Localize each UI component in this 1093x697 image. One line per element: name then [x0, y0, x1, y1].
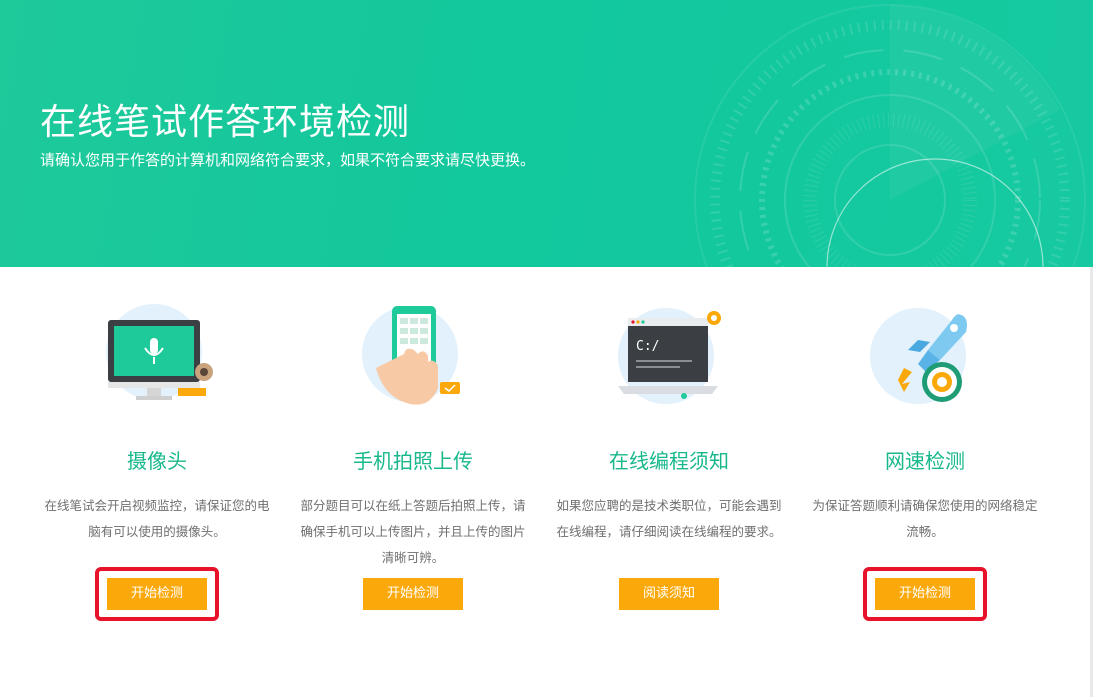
start-check-network-button[interactable]: 开始检测: [875, 578, 975, 610]
card-online-coding: C:/ 在线编程须知 如果您应聘的是技术类职位，可能会遇到在线编程，请仔细阅读在…: [544, 290, 794, 650]
card-title: 手机拍照上传: [353, 449, 473, 473]
card-network-speed: 网速检测 为保证答题顺利请确保您使用的网络稳定流畅。 开始检测: [800, 290, 1050, 650]
card-description: 部分题目可以在纸上答题后拍照上传，请确保手机可以上传图片，并且上传的图片清晰可辨…: [300, 498, 526, 565]
card-description: 如果您应聘的是技术类职位，可能会遇到在线编程，请仔细阅读在线编程的要求。: [556, 498, 782, 539]
start-check-phone-button[interactable]: 开始检测: [363, 578, 463, 610]
start-check-camera-button[interactable]: 开始检测: [107, 578, 207, 610]
read-notice-button[interactable]: 阅读须知: [619, 578, 719, 610]
card-phone-upload: 手机拍照上传 部分题目可以在纸上答题后拍照上传，请确保手机可以上传图片，并且上传…: [288, 290, 538, 650]
card-title: 摄像头: [127, 449, 187, 473]
card-description: 在线笔试会开启视频监控，请保证您的电脑有可以使用的摄像头。: [44, 498, 270, 539]
code-prompt-text: C:/: [636, 339, 659, 354]
card-title: 网速检测: [885, 449, 965, 473]
webcam-monitor-icon: [106, 304, 213, 400]
hero-banner: 在线笔试作答环境检测 请确认您用于作答的计算机和网络符合要求，如果不符合要求请尽…: [0, 0, 1093, 267]
card-camera: 摄像头 在线笔试会开启视频监控，请保证您的电脑有可以使用的摄像头。 开始检测: [32, 290, 282, 650]
card-description: 为保证答题顺利请确保您使用的网络稳定流畅。: [812, 498, 1038, 539]
card-title: 在线编程须知: [609, 449, 729, 473]
phone-photo-icon: [362, 306, 460, 405]
radar-decoration: [694, 4, 1086, 267]
laptop-code-icon: C:/: [618, 308, 721, 404]
rocket-target-icon: [870, 308, 967, 404]
page-title: 在线笔试作答环境检测: [40, 102, 411, 143]
page-subtitle: 请确认您用于作答的计算机和网络符合要求，如果不符合要求请尽快更换。: [40, 151, 536, 169]
